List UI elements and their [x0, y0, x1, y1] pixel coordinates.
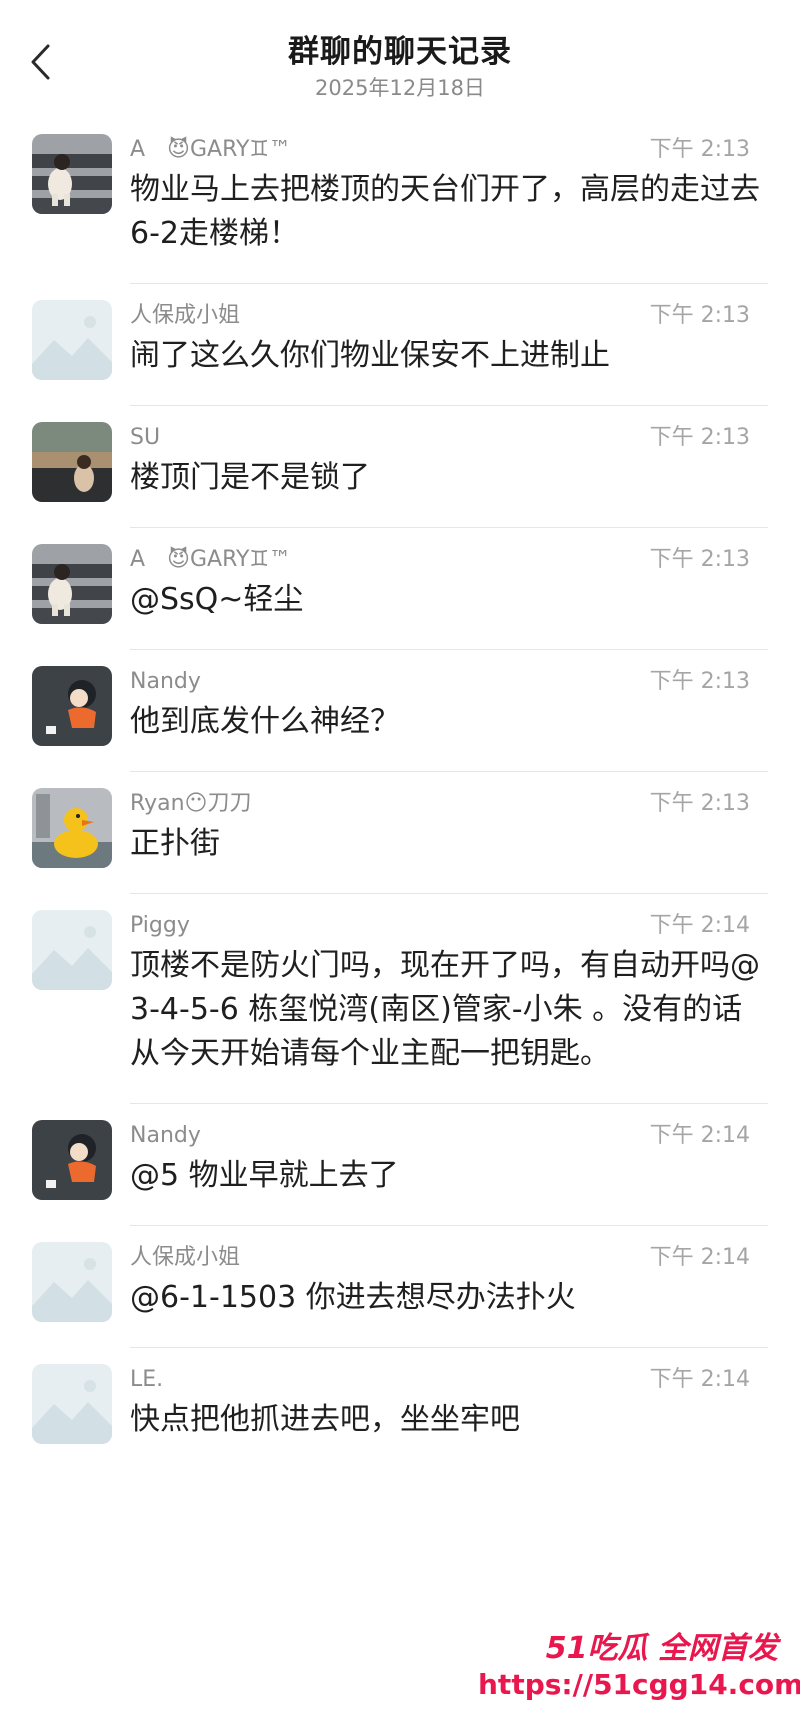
site-watermark: 51吃瓜 全网首发 https://51cgg14.com [478, 1630, 800, 1702]
photo-child-avatar[interactable] [32, 134, 112, 214]
photo-child-avatar[interactable] [32, 544, 112, 624]
sender-name: Ryan😶刀刀 [130, 791, 252, 816]
sender-name: Nandy [130, 669, 201, 694]
page-title: 群聊的聊天记录 [288, 34, 512, 70]
message-time: 下午 2:13 [649, 303, 750, 328]
message-text: @6-1-1503 你进去想尽办法扑火 [130, 1280, 576, 1315]
message-time: 下午 2:13 [649, 547, 750, 572]
message-item[interactable]: Nandy 下午 2:13 他到底发什么神经？ [0, 650, 800, 772]
cartoon-girl-avatar[interactable] [32, 1120, 112, 1200]
message-time: 下午 2:13 [649, 791, 750, 816]
message-time: 下午 2:13 [649, 425, 750, 450]
message-item[interactable]: 人保成小姐 下午 2:13 闹了这么久你们物业保安不上进制止 [0, 284, 800, 406]
message-item[interactable]: A 😈GARY♊™ 下午 2:13 @SsQ~轻尘 [0, 528, 800, 650]
placeholder-avatar[interactable] [32, 1364, 112, 1444]
sender-name: LE. [130, 1367, 164, 1392]
placeholder-avatar[interactable] [32, 1242, 112, 1322]
message-time: 下午 2:13 [649, 669, 750, 694]
message-text: 正扑街 [130, 826, 220, 861]
watermark-brand: 51吃瓜 全网首发 [545, 1631, 778, 1666]
sender-name: A 😈GARY♊™ [130, 547, 292, 572]
message-text: 楼顶门是不是锁了 [130, 460, 370, 495]
message-text: 快点把他抓进去吧，坐坐牢吧 [130, 1402, 520, 1437]
message-text: @SsQ~轻尘 [130, 582, 304, 617]
message-item[interactable]: SU 下午 2:13 楼顶门是不是锁了 [0, 406, 800, 528]
message-text: 顶楼不是防火门吗，现在开了吗，有自动开吗@3-4-5-6 栋玺悦湾(南区)管家-… [130, 948, 760, 1071]
sender-name: Nandy [130, 1123, 201, 1148]
message-time: 下午 2:14 [649, 1123, 750, 1148]
sender-name: 人保成小姐 [130, 1245, 241, 1270]
rubber-duck-avatar[interactable] [32, 788, 112, 868]
placeholder-avatar[interactable] [32, 300, 112, 380]
cartoon-girl-avatar[interactable] [32, 666, 112, 746]
chat-history-header: 群聊的聊天记录 2025年12月18日 [0, 0, 800, 118]
message-item[interactable]: Piggy 下午 2:14 顶楼不是防火门吗，现在开了吗，有自动开吗@3-4-5… [0, 894, 800, 1104]
sender-name: 人保成小姐 [130, 303, 241, 328]
message-text: 闹了这么久你们物业保安不上进制止 [130, 338, 610, 373]
photo-scenery-avatar[interactable] [32, 422, 112, 502]
message-text: @5 物业早就上去了 [130, 1158, 399, 1193]
message-time: 下午 2:14 [649, 1245, 750, 1270]
message-text: 他到底发什么神经？ [130, 704, 400, 739]
message-item[interactable]: LE. 下午 2:14 快点把他抓进去吧，坐坐牢吧 [0, 1348, 800, 1470]
watermark-url: https://51cgg14.com [478, 1668, 800, 1701]
message-item[interactable]: Nandy 下午 2:14 @5 物业早就上去了 [0, 1104, 800, 1226]
message-item[interactable]: Ryan😶刀刀 下午 2:13 正扑街 [0, 772, 800, 894]
placeholder-avatar[interactable] [32, 910, 112, 990]
message-time: 下午 2:14 [649, 913, 750, 938]
message-item[interactable]: A 😈GARY♊™ 下午 2:13 物业马上去把楼顶的天台们开了，高层的走过去6… [0, 118, 800, 284]
sender-name: Piggy [130, 913, 190, 938]
message-time: 下午 2:14 [649, 1367, 750, 1392]
message-text: 物业马上去把楼顶的天台们开了，高层的走过去6-2走楼梯！ [130, 172, 760, 251]
message-time: 下午 2:13 [649, 137, 750, 162]
chat-date: 2025年12月18日 [315, 76, 485, 100]
sender-name: SU [130, 425, 161, 450]
message-list: A 😈GARY♊™ 下午 2:13 物业马上去把楼顶的天台们开了，高层的走过去6… [0, 118, 800, 1470]
message-item[interactable]: 人保成小姐 下午 2:14 @6-1-1503 你进去想尽办法扑火 [0, 1226, 800, 1348]
sender-name: A 😈GARY♊™ [130, 137, 292, 162]
